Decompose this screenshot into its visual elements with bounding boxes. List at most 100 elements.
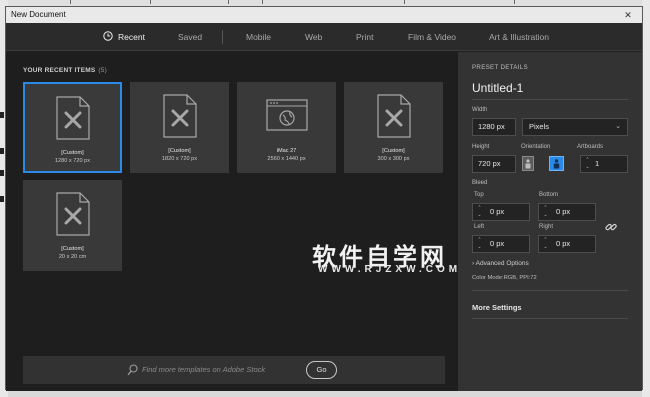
card-name: [Custom] <box>61 246 84 252</box>
bleed-bottom-value: 0 px <box>556 207 571 216</box>
recent-item-card[interactable]: iMac 27 2560 x 1440 px <box>237 82 336 173</box>
web-browser-icon <box>237 94 336 140</box>
host-tab-tick <box>228 0 229 4</box>
bleed-bottom-stepper[interactable]: ⌃ ⌄ 0 px <box>538 203 596 221</box>
color-mode-summary: Color Mode:RGB, PPI:72 <box>472 275 537 281</box>
preset-details-panel: PRESET DETAILS Untitled-1 Width 1280 px … <box>458 52 642 391</box>
host-tab-tick <box>262 0 263 4</box>
card-name: iMac 27 <box>276 148 297 154</box>
width-label: Width <box>472 107 488 113</box>
tab-label: Art & Illustration <box>489 32 549 42</box>
bleed-left-value: 0 px <box>490 239 505 248</box>
host-tab-tick <box>404 0 405 4</box>
custom-document-icon <box>344 94 443 140</box>
recent-item-card[interactable]: [Custom] 1280 x 720 px <box>23 82 122 173</box>
card-name: [Custom] <box>382 148 405 154</box>
artboards-label: Artboards <box>577 144 604 150</box>
host-edge-mark <box>0 196 4 202</box>
host-edge-mark <box>0 170 4 176</box>
new-document-dialog: New Document ✕ Recent Saved Mobile Web P… <box>5 6 643 391</box>
unit-select[interactable]: Pixels ⌄ <box>522 118 628 136</box>
advanced-options-toggle[interactable]: › Advanced Options <box>472 260 529 267</box>
tab-saved[interactable]: Saved <box>178 23 202 51</box>
dialog-titlebar: New Document ✕ <box>6 7 642 23</box>
watermark-url: WWW.RJZXW.COM <box>318 264 462 275</box>
tab-recent[interactable]: Recent <box>103 23 145 51</box>
section-divider <box>472 318 628 319</box>
tab-divider <box>222 30 223 44</box>
custom-document-icon <box>25 96 120 142</box>
tab-web[interactable]: Web <box>305 23 322 51</box>
bleed-label: Bleed <box>472 180 488 186</box>
landscape-orientation-icon[interactable] <box>549 156 564 171</box>
recent-item-card[interactable]: [Custom] 300 x 300 px <box>344 82 443 173</box>
bleed-left-stepper[interactable]: ⌃ ⌄ 0 px <box>472 235 530 253</box>
link-icon[interactable] <box>604 220 618 234</box>
artboards-stepper[interactable]: ⌃ ⌄ 1 <box>580 155 628 173</box>
go-button[interactable]: Go <box>306 361 337 379</box>
bleed-top-stepper[interactable]: ⌃ ⌄ 0 px <box>472 203 530 221</box>
bleed-right-value: 0 px <box>556 239 571 248</box>
host-tab-tick <box>514 0 515 4</box>
card-dimensions: 1280 x 720 px <box>54 158 91 164</box>
tab-mobile[interactable]: Mobile <box>246 23 271 51</box>
card-dimensions: 20 x 20 cm <box>58 254 87 260</box>
section-divider <box>472 290 628 291</box>
tab-label: Recent <box>118 32 145 42</box>
bleed-left-label: Left <box>474 224 485 230</box>
tab-label: Saved <box>178 32 203 42</box>
stepper-arrows-icon[interactable]: ⌃ ⌄ <box>584 157 591 171</box>
dialog-title: New Document <box>11 10 66 19</box>
stepper-arrows-icon[interactable]: ⌃ ⌄ <box>476 237 483 251</box>
card-name: [Custom] <box>61 150 84 156</box>
close-icon[interactable]: ✕ <box>620 7 636 23</box>
width-input[interactable]: 1280 px <box>472 118 516 136</box>
document-name-field[interactable]: Untitled-1 <box>472 81 523 95</box>
host-tab-tick <box>150 0 151 4</box>
bleed-top-value: 0 px <box>490 207 505 216</box>
chevron-right-icon: › <box>472 260 475 267</box>
recent-item-card[interactable]: [Custom] 1820 x 720 px <box>130 82 229 173</box>
unit-select-value: Pixels <box>529 122 550 131</box>
portrait-orientation-icon[interactable] <box>522 156 534 171</box>
bleed-top-label: Top <box>474 192 484 198</box>
card-dimensions: 300 x 300 px <box>377 156 410 162</box>
recent-items-area: YOUR RECENT ITEMS (5) [Custom] 1280 x 720… <box>6 52 458 391</box>
bleed-right-label: Right <box>539 224 554 230</box>
host-edge-mark <box>0 112 4 118</box>
tab-label: Mobile <box>246 32 272 42</box>
preset-tabbar: Recent Saved Mobile Web Print Film & Vid… <box>6 23 642 51</box>
height-input[interactable]: 720 px <box>472 155 516 173</box>
preset-details-heading: PRESET DETAILS <box>472 64 528 71</box>
tab-label: Print <box>356 32 374 42</box>
stepper-arrows-icon[interactable]: ⌃ ⌄ <box>542 237 549 251</box>
clock-icon <box>103 24 113 52</box>
tab-label: Web <box>305 32 323 42</box>
bleed-right-stepper[interactable]: ⌃ ⌄ 0 px <box>538 235 596 253</box>
tab-art-illustration[interactable]: Art & Illustration <box>489 23 549 51</box>
stepper-arrows-icon[interactable]: ⌃ ⌄ <box>542 205 549 219</box>
adobe-stock-search-bar: Find more templates on Adobe Stock Go <box>23 356 445 384</box>
card-dimensions: 2560 x 1440 px <box>267 156 306 162</box>
custom-document-icon <box>23 192 122 238</box>
more-settings-button[interactable]: More Settings <box>472 303 522 312</box>
stock-search-input[interactable]: Find more templates on Adobe Stock <box>142 365 265 374</box>
height-label: Height <box>472 144 490 150</box>
host-app-right-edge <box>642 0 650 397</box>
bleed-bottom-label: Bottom <box>539 192 559 198</box>
tab-label: Film & Video <box>408 32 457 42</box>
recent-items-heading: YOUR RECENT ITEMS (5) <box>23 67 107 74</box>
artboards-value: 1 <box>595 159 600 168</box>
advanced-options-label: Advanced Options <box>475 260 529 267</box>
card-name: [Custom] <box>168 148 191 154</box>
chevron-down-icon: ⌄ <box>615 123 621 130</box>
orientation-label: Orientation <box>521 144 551 150</box>
search-icon <box>127 363 138 381</box>
recent-item-card[interactable]: [Custom] 20 x 20 cm <box>23 180 122 271</box>
custom-document-icon <box>130 94 229 140</box>
tab-film-video[interactable]: Film & Video <box>408 23 456 51</box>
recent-heading-text: YOUR RECENT ITEMS <box>23 67 96 74</box>
host-tab-tick <box>70 0 71 4</box>
tab-print[interactable]: Print <box>356 23 373 51</box>
stepper-arrows-icon[interactable]: ⌃ ⌄ <box>476 205 483 219</box>
